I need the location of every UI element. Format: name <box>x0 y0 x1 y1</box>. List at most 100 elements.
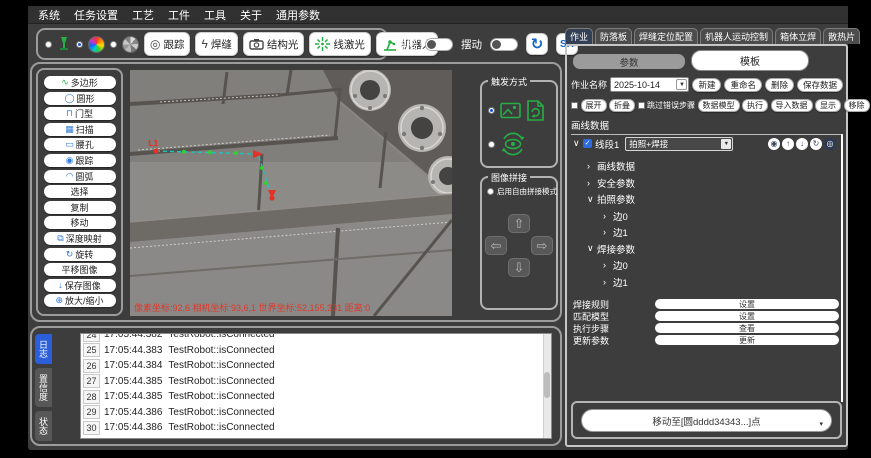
import-data-button[interactable]: 导入数据 <box>771 99 813 112</box>
sidebar-tool-button[interactable]: ◉ 跟踪 <box>44 154 116 167</box>
action-button[interactable]: 设置 <box>655 311 839 322</box>
log-row[interactable]: 25 17:05:44.383 TestRobot::isConnected <box>81 343 551 359</box>
right-tab[interactable]: 焊缝定位配置 <box>634 28 698 44</box>
camera-image-view[interactable]: L1 像素坐标:92,6 相机坐标:93,6,1 世界坐标:52,155,331… <box>130 70 452 316</box>
menu-item[interactable]: 工艺 <box>132 7 154 23</box>
tree-arrow-icon[interactable]: › <box>587 161 597 171</box>
sidebar-tool-button[interactable]: ⊕ 放大/缩小 <box>44 294 116 307</box>
job-name-select[interactable]: 2025-10-14 ▼ <box>610 77 689 92</box>
record-button[interactable]: ◎ <box>824 138 836 150</box>
log-row[interactable]: 26 17:05:44.384 TestRobot::isConnected <box>81 358 551 374</box>
tree-arrow-icon[interactable]: › <box>603 227 613 237</box>
sidebar-tool-button[interactable]: ⊓ 门型 <box>44 107 116 120</box>
single-shot-radio[interactable] <box>488 107 495 114</box>
pan-down-button[interactable]: ⇩ <box>508 258 530 277</box>
log-row[interactable]: 30 17:05:44.386 TestRobot::isConnected <box>81 420 551 436</box>
expand-checkbox[interactable] <box>571 102 578 109</box>
rerun-button[interactable]: ↻ <box>810 138 822 150</box>
sidebar-tool-button[interactable]: ◯ 圆形 <box>44 92 116 105</box>
right-tab[interactable]: 散热片 <box>823 28 860 44</box>
remove-button[interactable]: 移除 <box>844 99 870 112</box>
pan-right-button[interactable]: ⇨ <box>531 236 553 255</box>
log-tab[interactable]: 状态 <box>35 411 52 441</box>
gray-wheel-radio[interactable] <box>110 41 117 48</box>
right-tab[interactable]: 箱体立焊 <box>775 28 821 44</box>
menu-item[interactable]: 工件 <box>168 7 190 23</box>
pan-left-button[interactable]: ⇦ <box>485 236 507 255</box>
sidebar-tool-button[interactable]: 移动 <box>44 216 116 229</box>
sidebar-tool-button[interactable]: ▭ 腰孔 <box>44 138 116 151</box>
menu-item[interactable]: 任务设置 <box>74 7 118 23</box>
move-down-button[interactable]: ↓ <box>796 138 808 150</box>
skip-error-checkbox[interactable] <box>638 102 645 109</box>
show-button[interactable]: 显示 <box>815 99 841 112</box>
log-row[interactable]: 24 17:05:44.382 TestRobot::isConnected <box>81 333 551 343</box>
tree-item[interactable]: › 边0 <box>573 208 840 225</box>
tree-item[interactable]: › 安全参数 <box>573 175 840 192</box>
tree-arrow-icon[interactable]: › <box>587 178 597 188</box>
weld-seam-mode-button[interactable]: ϟ 焊缝 <box>195 32 237 56</box>
right-tab[interactable]: 机器人运动控制 <box>700 28 773 44</box>
expand-button[interactable]: 展开 <box>581 99 607 112</box>
tree-item[interactable]: ∨ 焊接参数 <box>573 241 840 258</box>
segment-row[interactable]: ∨ ✓ 线段1 拍照+焊接 ▼ ◉ ↑ ↓ ↻ ◎ <box>573 136 843 151</box>
sidebar-tool-button[interactable]: ⧉ 深度映射 <box>44 232 116 245</box>
sidebar-tool-button[interactable]: ∿ 多边形 <box>44 76 116 89</box>
segment-checkbox[interactable]: ✓ <box>583 139 592 148</box>
menu-item[interactable]: 关于 <box>240 7 262 23</box>
save-data-button[interactable]: 保存数据 <box>797 78 843 92</box>
tree-item[interactable]: › 边1 <box>573 224 840 241</box>
log-tab[interactable]: 日志 <box>35 334 52 364</box>
tree-item[interactable]: ∨ 拍照参数 <box>573 191 840 208</box>
menu-item[interactable]: 通用参数 <box>276 7 320 23</box>
structured-light-button[interactable]: 结构光 <box>243 32 305 56</box>
weld-toggle[interactable] <box>425 38 453 51</box>
sidebar-tool-button[interactable]: 选择 <box>44 185 116 198</box>
parameters-button[interactable]: 参数 <box>573 54 685 69</box>
execute-button[interactable]: 执行 <box>742 99 768 112</box>
right-tab[interactable]: 防落板 <box>595 28 632 44</box>
tree-arrow-icon[interactable]: ∨ <box>587 194 597 205</box>
action-button[interactable]: 查看 <box>655 323 839 334</box>
log-tab[interactable]: 置信度 <box>35 368 52 407</box>
sidebar-tool-button[interactable]: ◠ 圆弧 <box>44 170 116 183</box>
log-row[interactable]: 29 17:05:44.386 TestRobot::isConnected <box>81 405 551 421</box>
tree-arrow-icon[interactable]: › <box>603 211 613 221</box>
tree-item[interactable]: › 画线数据 <box>573 158 840 175</box>
action-button[interactable]: 设置 <box>655 299 839 310</box>
log-list[interactable]: 24 17:05:44.382 TestRobot::isConnected 2… <box>80 333 552 439</box>
sidebar-tool-button[interactable]: 复制 <box>44 201 116 214</box>
menu-item[interactable]: 工具 <box>204 7 226 23</box>
pan-up-button[interactable]: ⇧ <box>508 214 530 233</box>
sidebar-tool-button[interactable]: ▦ 扫描 <box>44 123 116 136</box>
tree-scrollbar[interactable] <box>841 134 843 402</box>
tree-item[interactable]: › 边1 <box>573 274 840 291</box>
sidebar-tool-button[interactable]: ↓ 保存图像 <box>44 279 116 292</box>
new-job-button[interactable]: 新建 <box>692 78 721 92</box>
free-stitch-radio[interactable] <box>487 188 494 195</box>
tree-item[interactable]: › 边0 <box>573 257 840 274</box>
visibility-button[interactable]: ◉ <box>768 138 780 150</box>
log-row[interactable]: 27 17:05:44.385 TestRobot::isConnected <box>81 374 551 390</box>
line-laser-button[interactable]: 线激光 <box>309 32 371 56</box>
reset-button[interactable]: ↻ <box>526 33 548 55</box>
segment-mode-select[interactable]: 拍照+焊接 ▼ <box>625 137 733 151</box>
rename-job-button[interactable]: 重命名 <box>724 78 762 92</box>
tree-arrow-icon[interactable]: ∨ <box>587 243 597 254</box>
sidebar-tool-button[interactable]: ↻ 旋转 <box>44 248 116 261</box>
action-button[interactable]: 更新 <box>655 335 839 346</box>
log-row[interactable]: 28 17:05:44.385 TestRobot::isConnected <box>81 389 551 405</box>
tree-arrow-icon[interactable]: › <box>603 277 613 287</box>
data-model-button[interactable]: 数据模型 <box>698 99 740 112</box>
track-mode-button[interactable]: ◎ 跟踪 <box>144 32 190 56</box>
tree-arrow-icon[interactable]: › <box>603 260 613 270</box>
right-tab[interactable]: 作业 <box>565 28 593 44</box>
continuous-radio[interactable] <box>488 141 495 148</box>
collapse-button[interactable]: 折叠 <box>609 99 635 112</box>
move-to-point-button[interactable]: 移动至[圆dddd34343...]点 ▾ <box>581 409 832 432</box>
log-scrollbar-thumb[interactable] <box>544 372 550 398</box>
sidebar-tool-button[interactable]: 平移图像 <box>44 263 116 276</box>
move-up-button[interactable]: ↑ <box>782 138 794 150</box>
menu-item[interactable]: 系统 <box>38 7 60 23</box>
wobble-toggle[interactable] <box>490 38 518 51</box>
